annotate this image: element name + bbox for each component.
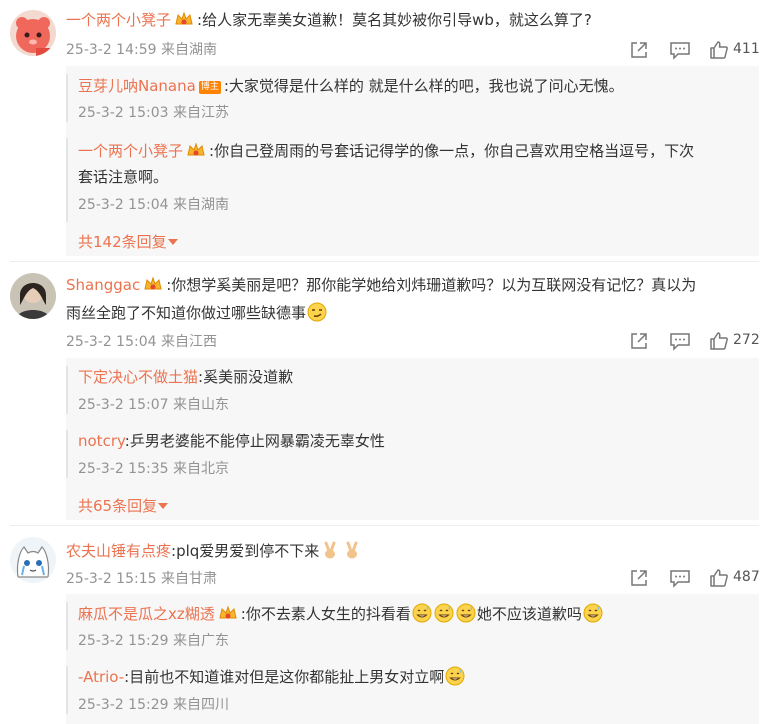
- reply-meta: 25-3-2 15:04 来自湖南: [78, 197, 229, 213]
- comment-meta: 25-3-2 15:04 来自江西: [66, 334, 217, 350]
- blogger-tag: 博主: [198, 81, 221, 94]
- thumbs-up-icon[interactable]: [709, 568, 729, 592]
- more-replies-label: 共142条回复: [78, 233, 167, 251]
- comment-text: :plq爱男爱到停不下来: [171, 542, 320, 560]
- comment-icon[interactable]: [669, 568, 691, 592]
- grin-sweat-emoji-icon: [583, 603, 603, 629]
- crown-badge-icon: [174, 10, 194, 34]
- comment-meta: 25-3-2 15:15 来自甘肃: [66, 571, 217, 587]
- comment-text-continued: 雨丝全跑了不知道你做过哪些缺德事: [66, 304, 307, 322]
- comment-username[interactable]: 一个两个小凳子: [66, 11, 171, 29]
- reply-username[interactable]: 麻瓜不是瓜之xz糊透: [78, 605, 215, 623]
- reply-meta: 25-3-2 15:07 来自山东: [78, 397, 229, 413]
- grin-sweat-emoji-icon: [434, 603, 454, 629]
- more-replies-link[interactable]: 共65条回复: [78, 495, 169, 516]
- crown-badge-icon: [143, 275, 163, 299]
- like-count: 411: [733, 41, 760, 57]
- reply-username[interactable]: -Atrio-: [78, 668, 124, 686]
- reply-meta: 25-3-2 15:29 来自广东: [78, 633, 229, 649]
- caret-down-icon: [157, 497, 169, 515]
- comment-username[interactable]: Shanggac: [66, 276, 140, 294]
- comment-icon[interactable]: [669, 40, 691, 64]
- reply-meta: 25-3-2 15:35 来自北京: [78, 461, 229, 477]
- crown-badge-icon: [218, 604, 238, 628]
- more-replies-label: 共65条回复: [78, 497, 158, 515]
- grin-sweat-emoji-icon: [412, 603, 432, 629]
- victory-hand-emoji-icon: [320, 540, 340, 566]
- more-replies-link[interactable]: 共142条回复: [78, 231, 179, 252]
- reply-username[interactable]: 豆芽儿呐Nanana: [78, 77, 196, 95]
- victory-hand-emoji-icon: [342, 540, 362, 566]
- reply-meta: 25-3-2 15:03 来自江苏: [78, 105, 229, 121]
- reply-username[interactable]: notcry: [78, 432, 125, 450]
- share-icon[interactable]: [629, 40, 649, 64]
- comment-username[interactable]: 农夫山锤有点疼: [66, 542, 171, 560]
- crown-badge-icon: [186, 141, 206, 165]
- reply-username[interactable]: 下定决心不做土猫: [78, 368, 198, 386]
- avatar[interactable]: [10, 537, 56, 583]
- thumbs-up-icon[interactable]: [709, 331, 729, 355]
- reply-text: :奚美丽没道歉: [198, 368, 294, 386]
- reply-username[interactable]: 一个两个小凳子: [78, 142, 183, 160]
- reply-text-continued: 她不应该道歉吗: [476, 605, 582, 623]
- like-count: 487: [733, 569, 760, 585]
- reply-text: :乒男老婆能不能停止网暴霸凌无辜女性: [124, 432, 385, 450]
- comment-text: :给人家无辜美女道歉！莫名其妙被你引导wb，就这么算了?: [197, 11, 592, 29]
- grin-sweat-emoji-icon: [445, 666, 465, 692]
- reply-text: :大家觉得是什么样的 就是什么样的吧，我也说了问心无愧。: [223, 77, 624, 95]
- avatar[interactable]: [10, 273, 56, 319]
- avatar[interactable]: [10, 10, 56, 56]
- share-icon[interactable]: [629, 568, 649, 592]
- reply-text: :目前也不知道谁对但是这你都能扯上男女对立啊: [124, 668, 445, 686]
- like-count: 272: [733, 332, 760, 348]
- share-icon[interactable]: [629, 331, 649, 355]
- reply-text: :你自己登周雨的号套话记得学的像一点，你自己喜欢用空格当逗号，下次: [209, 142, 695, 160]
- reply-meta: 25-3-2 15:29 来自四川: [78, 697, 229, 713]
- comment-meta: 25-3-2 14:59 来自湖南: [66, 42, 217, 58]
- reply-text: :你不去素人女生的抖看看: [240, 605, 411, 623]
- caret-down-icon: [167, 233, 179, 251]
- thumbs-up-icon[interactable]: [709, 40, 729, 64]
- reply-text-continued: 套话注意啊。: [78, 168, 169, 186]
- grin-sweat-emoji-icon: [456, 603, 476, 629]
- comment-icon[interactable]: [669, 331, 691, 355]
- comment-text: :你想学奚美丽是吧？那你能学她给刘炜珊道歉吗？以为互联网没有记忆？真以为: [166, 276, 697, 294]
- smirk-emoji-icon: [307, 302, 327, 328]
